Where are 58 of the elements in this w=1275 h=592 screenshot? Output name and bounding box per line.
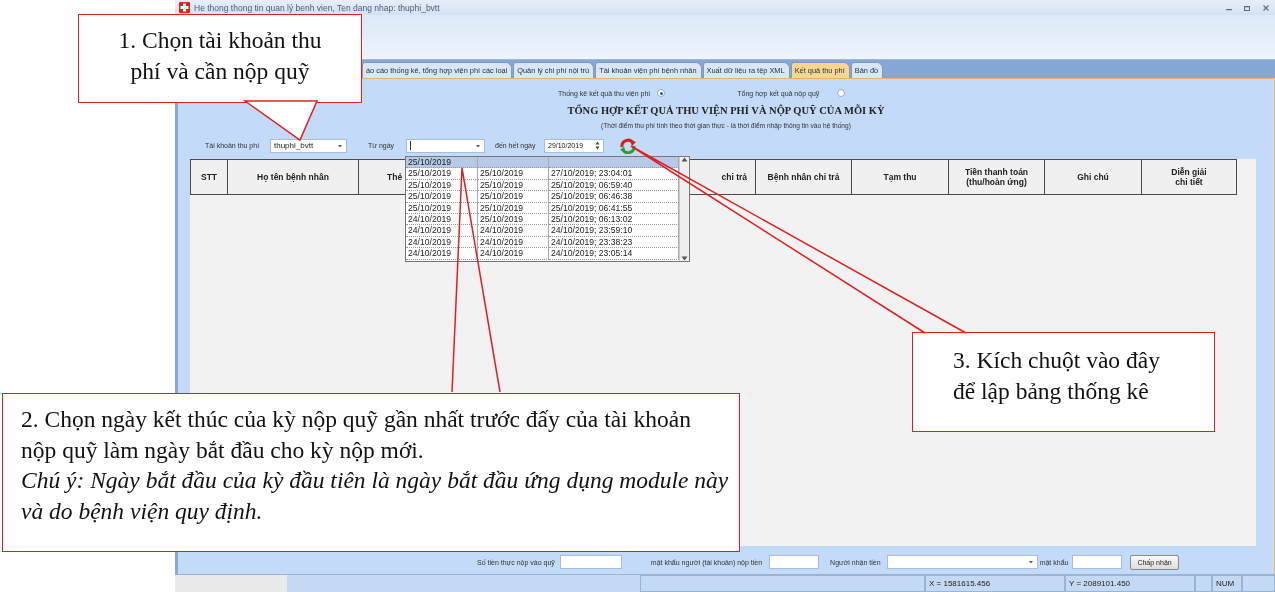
caret-icon bbox=[475, 143, 481, 148]
dropdown-cell: 24/10/2019 bbox=[478, 225, 549, 237]
dropdown-cell: 24/10/2019 bbox=[406, 236, 478, 249]
column-header: Diễn giải chi tiết bbox=[1142, 159, 1237, 195]
column-header: Ghi chú bbox=[1045, 159, 1142, 195]
dropdown-cell: 25/10/2019 bbox=[406, 191, 478, 203]
dropdown-row[interactable]: 24/10/2019 24/10/2019 24/10/2019; 23:38:23 bbox=[406, 236, 679, 249]
dropdown-cell: 25/10/2019 bbox=[478, 202, 549, 214]
callout-text: 3. Kích chuột vào đây để lập bảng thống kê bbox=[953, 346, 1161, 406]
column-header: Bệnh nhân chi trả bbox=[756, 159, 852, 195]
dropdown-cell: 24/10/2019 bbox=[406, 213, 478, 226]
dropdown-cell: 24/10/2019 bbox=[478, 248, 549, 260]
dropdown-cell: 24/10/2019 bbox=[406, 225, 478, 237]
dropdown-row[interactable]: 25/10/2019 25/10/2019 25/10/2019; 06:41:55 bbox=[406, 202, 679, 214]
dropdown-cell: 25/10/2019 bbox=[478, 213, 549, 226]
input-field[interactable] bbox=[559, 555, 622, 569]
radio-button[interactable] bbox=[837, 89, 846, 97]
dropdown-row[interactable]: 24/10/2019 24/10/2019 24/10/2019; 23:59:10 bbox=[406, 225, 679, 237]
dropdown-row[interactable]: 24/10/2019 24/10/2019 24/10/2019; 23:05:14 bbox=[406, 248, 679, 260]
dropdown-cell: 25/10/2019 bbox=[478, 191, 549, 203]
close-icon[interactable] bbox=[1263, 4, 1269, 11]
restore-icon[interactable] bbox=[1244, 4, 1251, 11]
dropdown-row[interactable]: 24/10/2019 25/10/2019 25/10/2019; 06:13:02 bbox=[406, 213, 679, 226]
callout-text: 2. Chọn ngày kết thúc của kỳ nộp quỹ gần nhất trước đấy của tài khoản nộp quỹ làm ngày bắt đầu cho kỳ nộp mới. bbox=[21, 405, 692, 465]
column-header: Tạm thu bbox=[852, 159, 949, 195]
dropdown-cell: 24/10/2019 bbox=[406, 248, 478, 260]
status-text: X = 1581615.456 bbox=[925, 575, 1065, 592]
radio-button[interactable] bbox=[657, 89, 666, 97]
input-field[interactable] bbox=[1072, 555, 1123, 569]
scroll-up-icon[interactable] bbox=[681, 157, 688, 162]
window-title: He thong thong tin quan lý benh vien, Ten dang nhap: thuphi_bvtt bbox=[194, 2, 441, 13]
dropdown-cell: 25/10/2019 bbox=[478, 179, 549, 192]
refresh-icon[interactable] bbox=[619, 137, 637, 154]
status-text: Y = 2089101.450 bbox=[1065, 575, 1195, 592]
dropdown-row[interactable]: 25/10/2019 25/10/2019 27/10/2019; 23:04:01 bbox=[406, 168, 679, 180]
dropdown-cell: 25/10/2019 bbox=[406, 179, 478, 192]
scroll-down-icon[interactable] bbox=[681, 256, 688, 261]
caret-icon bbox=[337, 143, 343, 148]
callout-note: Chú ý: Ngày bắt đầu của kỳ đầu tiên là ngày bắt đầu ứng dụng module này và do bệnh viện quy định. bbox=[21, 466, 730, 526]
dropdown-cell: 25/10/2019 bbox=[406, 168, 478, 180]
status-text: NUM bbox=[1212, 575, 1242, 592]
column-header: STT bbox=[190, 159, 228, 195]
report-title: TỔNG HỢP KẾT QUẢ THU VIỆN PHÍ VÀ NỘP QUỸ CỦA MỖI KỲ bbox=[566, 105, 886, 118]
dropdown-cell: 25/10/2019 bbox=[406, 157, 478, 169]
dropdown-cell: 25/10/2019 bbox=[478, 168, 549, 180]
column-header: Họ tên bệnh nhân bbox=[228, 159, 359, 195]
input-field[interactable] bbox=[769, 555, 820, 569]
account-combo[interactable]: thuphi_bvtt bbox=[270, 138, 347, 153]
callout-text: 1. Chọn tài khoản thu phí và cần nộp quỹ bbox=[117, 26, 323, 86]
dropdown-row[interactable]: 25/10/2019 bbox=[406, 157, 679, 169]
dropdown-row[interactable]: 25/10/2019 25/10/2019 25/10/2019; 06:59:40 bbox=[406, 179, 679, 192]
scroll-bar[interactable] bbox=[679, 157, 689, 261]
spinner-icon bbox=[595, 141, 600, 150]
dropdown-cell: 25/10/2019 bbox=[406, 202, 478, 214]
column-header: Tiền thanh toán (thu/hoàn ứng) bbox=[949, 159, 1045, 195]
caret-icon bbox=[1027, 560, 1034, 564]
dropdown-row[interactable]: 25/10/2019 25/10/2019 25/10/2019; 06:46:38 bbox=[406, 191, 679, 203]
dropdown-cell: 24/10/2019 bbox=[478, 236, 549, 249]
